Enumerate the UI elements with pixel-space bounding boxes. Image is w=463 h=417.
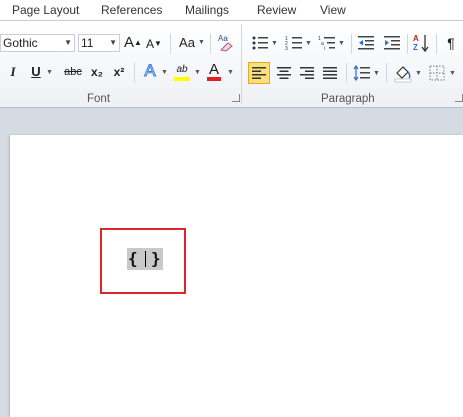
decrease-indent-icon[interactable]: [357, 34, 375, 52]
arrow-down-icon: ▼: [154, 39, 162, 48]
tab-references[interactable]: References: [101, 3, 162, 17]
shrink-font-label: A: [146, 37, 155, 51]
subscript-button[interactable]: x₂: [89, 63, 105, 81]
font-size-value: 11: [81, 36, 94, 50]
chevron-down-icon[interactable]: ▼: [271, 40, 278, 47]
sort-icon[interactable]: AZ: [413, 33, 429, 53]
ribbon: Gothic ▼ 11 ▼ A▲ A▼ Aa ▼ Aa I U ▼ abc x₂ …: [0, 21, 463, 108]
tab-mailings[interactable]: Mailings: [185, 3, 229, 17]
chevron-down-icon[interactable]: ▼: [64, 35, 72, 51]
red-highlight-box: { }: [100, 228, 186, 294]
shrink-font-button[interactable]: A▼: [146, 35, 162, 53]
field-code-braces[interactable]: { }: [127, 248, 163, 270]
divider: [436, 34, 437, 54]
group-divider: [241, 24, 242, 104]
chevron-down-icon: ▼: [198, 39, 205, 46]
font-color-button[interactable]: A: [206, 61, 222, 81]
text-effects-button[interactable]: A: [141, 61, 159, 80]
paragraph-dialog-launcher-icon[interactable]: [455, 94, 463, 102]
clear-formatting-icon[interactable]: Aa: [217, 32, 235, 52]
divider: [170, 34, 171, 54]
borders-icon[interactable]: [428, 64, 446, 82]
underline-button[interactable]: U: [29, 63, 43, 81]
text-cursor: [145, 251, 146, 267]
highlight-button[interactable]: ab: [173, 61, 191, 81]
align-center-icon[interactable]: [275, 64, 293, 82]
line-spacing-icon[interactable]: [353, 64, 371, 82]
divider: [386, 63, 387, 83]
chevron-down-icon[interactable]: ▼: [415, 70, 422, 77]
tab-page-layout[interactable]: Page Layout: [12, 3, 79, 17]
bullets-icon[interactable]: [251, 34, 269, 52]
ribbon-tabs: Page Layout References Mailings Review V…: [0, 0, 463, 21]
change-case-label: Aa: [179, 35, 195, 50]
superscript-button[interactable]: x²: [111, 63, 127, 81]
field-close-brace: }: [151, 249, 161, 268]
divider: [351, 34, 352, 54]
font-name-combo[interactable]: Gothic ▼: [0, 34, 75, 52]
chevron-down-icon[interactable]: ▼: [194, 69, 201, 76]
arrow-up-icon: ▲: [134, 38, 142, 47]
divider: [407, 34, 408, 54]
divider: [134, 63, 135, 83]
document-area: { }: [0, 108, 463, 417]
svg-text:Aa: Aa: [218, 34, 228, 43]
svg-text:i: i: [324, 46, 325, 52]
chevron-down-icon[interactable]: ▼: [373, 70, 380, 77]
align-right-icon[interactable]: [298, 64, 316, 82]
paragraph-group-label: Paragraph: [321, 93, 375, 105]
italic-button[interactable]: I: [6, 63, 20, 81]
document-page[interactable]: { }: [10, 135, 463, 417]
chevron-down-icon[interactable]: ▼: [338, 40, 345, 47]
font-color-swatch: [207, 77, 221, 81]
chevron-down-icon[interactable]: ▼: [161, 69, 168, 76]
font-group-label: Font: [87, 93, 111, 105]
increase-indent-icon[interactable]: [383, 34, 401, 52]
svg-text:A: A: [413, 34, 419, 43]
show-formatting-marks-icon[interactable]: ¶: [445, 34, 457, 52]
chevron-down-icon[interactable]: ▼: [227, 69, 234, 76]
svg-text:Z: Z: [413, 43, 418, 52]
justify-icon[interactable]: [321, 64, 339, 82]
multilevel-list-icon[interactable]: 1ai: [318, 34, 336, 52]
chevron-down-icon[interactable]: ▼: [305, 40, 312, 47]
font-name-value: Gothic: [3, 36, 38, 50]
tab-view[interactable]: View: [320, 3, 346, 17]
grow-font-button[interactable]: A▲: [124, 34, 142, 52]
chevron-down-icon[interactable]: ▼: [449, 70, 456, 77]
highlight-color-swatch: [174, 77, 190, 81]
chevron-down-icon[interactable]: ▼: [46, 69, 53, 76]
strikethrough-button[interactable]: abc: [62, 63, 84, 81]
align-left-button[interactable]: [248, 62, 270, 84]
font-dialog-launcher-icon[interactable]: [232, 94, 240, 102]
svg-text:3: 3: [285, 46, 288, 52]
change-case-button[interactable]: Aa ▼: [176, 34, 205, 52]
divider: [346, 63, 347, 83]
highlight-label: ab: [176, 64, 188, 75]
chevron-down-icon[interactable]: ▼: [109, 35, 117, 51]
tab-review[interactable]: Review: [257, 3, 296, 17]
font-color-label: A: [208, 61, 219, 78]
divider: [210, 34, 211, 54]
grow-font-label: A: [124, 34, 135, 51]
shading-icon[interactable]: [393, 63, 413, 83]
field-open-brace: {: [128, 249, 138, 268]
numbering-icon[interactable]: 123: [285, 34, 303, 52]
font-size-combo[interactable]: 11 ▼: [78, 34, 120, 52]
align-left-icon: [252, 67, 266, 79]
